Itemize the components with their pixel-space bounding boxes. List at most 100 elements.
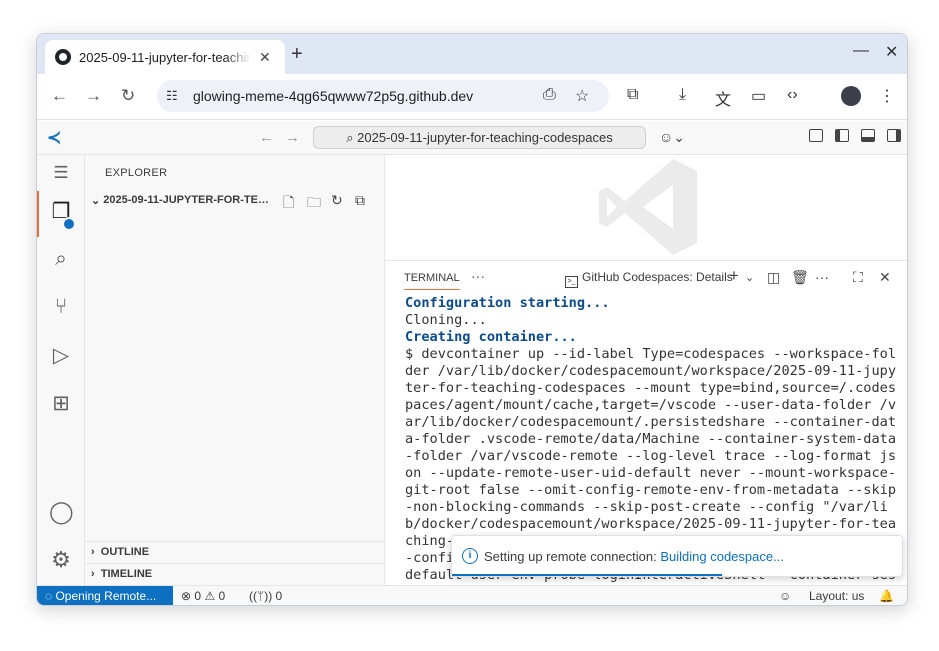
settings-gear-icon[interactable]: ⚙ [49,547,73,573]
chevron-right-icon: › [91,546,101,558]
editor-area [385,155,907,260]
command-center[interactable]: ⌕ 2025-09-11-jupyter-for-teaching-codesp… [313,126,646,149]
cast-icon[interactable]: ▭ [751,86,766,106]
status-bar: ◌ Opening Remote... ⊗ 0 ⚠ 0 ((ᛘ)) 0 ☺ La… [37,585,907,605]
menu-icon[interactable]: ☰ [49,163,73,183]
bookmark-star-icon[interactable]: ☆ [575,86,589,106]
maximize-panel-icon[interactable]: ⛶ [853,269,863,286]
url-text[interactable]: glowing-meme-4qg65qwww72p5g.github.dev [193,88,473,104]
ports-count: 0 [275,589,283,603]
new-file-icon[interactable]: 🗋 [283,192,294,216]
chevron-right-icon: › [91,568,101,580]
browser-window: 2025-09-11-jupyter-for-teaching-codespac… [36,33,908,606]
new-tab-button[interactable]: + [291,43,303,66]
terminal-selector[interactable]: >_ GitHub Codespaces: Details [565,270,733,288]
chevron-down-icon[interactable]: ⌄ [745,271,754,284]
explorer-badge [62,217,76,231]
notification-message: Setting up remote connection: Building c… [484,549,784,564]
devtools-icon[interactable]: ‹› [787,86,798,104]
split-terminal-icon[interactable]: ◫ [767,269,780,286]
warning-icon: ⚠ [204,589,216,603]
panel-more-icon[interactable]: ··· [471,268,485,284]
new-folder-icon[interactable]: 🗀 [307,192,321,216]
workspace-folder-name: 2025-09-11-JUPYTER-FOR-TEACHING-CODESPAC… [103,194,275,206]
nav-forward-icon[interactable]: → [285,129,300,146]
active-indicator [37,191,39,237]
notification-link[interactable]: Building codespace... [660,549,784,564]
back-icon[interactable]: ← [51,86,68,106]
trash-icon[interactable]: 🗑 [791,269,809,286]
ports-indicator[interactable]: ((ᛘ)) 0 [249,589,282,603]
warning-count: 0 [218,589,226,603]
copilot-status-icon[interactable]: ☺ [779,589,791,603]
tab-close-icon[interactable]: ✕ [259,49,271,66]
error-icon: ⊗ [181,589,192,603]
notification-text: Setting up remote connection: [484,549,661,564]
loading-spinner-icon: ◌ [45,589,56,603]
browser-toolbar: ← → ↻ ☷ glowing-meme-4qg65qwww72p5g.gith… [37,74,907,120]
terminal-line: Cloning... [405,312,487,328]
accounts-icon[interactable]: ◯ [49,499,74,525]
customize-layout-icon[interactable] [809,129,823,142]
command-center-label: 2025-09-11-jupyter-for-teaching-codespac… [357,130,613,145]
extensions-icon[interactable]: ⊞ [49,391,73,416]
explorer-title: EXPLORER [105,167,168,179]
browser-tab[interactable]: 2025-09-11-jupyter-for-teaching-codespac… [45,40,285,74]
minimize-button[interactable]: — [853,42,869,60]
notifications-bell-icon[interactable]: 🔔 [879,589,894,603]
explorer-sidebar: EXPLORER ⌄ 2025-09-11-JUPYTER-FOR-TEACHI… [85,155,385,585]
tab-terminal[interactable]: TERMINAL [404,272,460,290]
problems-indicator[interactable]: ⊗ 0 ⚠ 0 [181,589,225,603]
notification-toast[interactable]: i Setting up remote connection: Building… [451,535,903,577]
close-panel-icon[interactable]: ✕ [879,269,891,286]
remote-status-text: Opening Remote... [55,589,157,603]
toggle-secondary-sidebar-icon[interactable] [887,129,901,142]
browser-menu-icon[interactable]: ⋮ [879,86,895,106]
install-app-icon[interactable]: ⎙ [543,86,556,104]
new-terminal-icon[interactable]: + [729,266,739,286]
copilot-icon[interactable]: ☺⌄ [659,129,685,146]
activity-bar: ☰ ❐ ⌕ ⑂ ▷ ⊞ ◯ ⚙ [37,155,85,585]
vscode-title-bar: ≺ ← → ⌕ 2025-09-11-jupyter-for-teaching-… [37,121,907,155]
info-icon: i [462,548,478,564]
timeline-section[interactable]: › TIMELINE [85,563,384,585]
download-icon[interactable]: ⤓ [679,86,686,104]
browser-tab-strip: 2025-09-11-jupyter-for-teaching-codespac… [37,34,907,74]
error-count: 0 [194,589,202,603]
search-icon: ⌕ [346,130,354,145]
close-window-button[interactable]: ✕ [885,42,898,62]
toggle-primary-sidebar-icon[interactable] [835,129,849,142]
run-debug-icon[interactable]: ▷ [49,343,73,368]
source-control-icon[interactable]: ⑂ [49,295,73,319]
terminal-more-icon[interactable]: ··· [815,269,829,285]
remote-indicator[interactable]: ◌ Opening Remote... [37,586,173,605]
extensions-icon[interactable]: ⧉ [627,86,638,104]
terminal-line: Creating container... [405,329,577,345]
address-bar[interactable]: ☷ glowing-meme-4qg65qwww72p5g.github.dev… [157,80,609,112]
terminal-line: Configuration starting... [405,295,610,311]
profile-avatar[interactable] [841,86,861,106]
terminal-icon: >_ [565,276,578,288]
vscode-logo-icon: ≺ [47,128,62,147]
vscode-watermark-icon [599,159,697,255]
outline-label: OUTLINE [100,546,150,558]
search-icon[interactable]: ⌕ [49,247,73,271]
chevron-down-icon: ⌄ [91,195,104,207]
workspace-folder-header[interactable]: ⌄ 2025-09-11-JUPYTER-FOR-TEACHING-CODESP… [91,194,275,207]
toggle-panel-icon[interactable] [861,129,875,142]
forward-icon[interactable]: → [85,86,102,106]
notification-progress [452,574,722,576]
timeline-label: TIMELINE [100,568,153,580]
outline-section[interactable]: › OUTLINE [85,541,384,563]
browser-tab-title: 2025-09-11-jupyter-for-teaching-codespac… [79,49,251,65]
translate-icon[interactable]: ⽂ [715,86,731,110]
keyboard-layout[interactable]: Layout: us [809,589,864,603]
reload-icon[interactable]: ↻ [121,86,135,106]
broadcast-icon: ((ᛘ)) [249,589,273,603]
site-info-icon[interactable]: ☷ [166,88,178,104]
github-icon [55,49,71,65]
collapse-all-icon[interactable]: ⧉ [355,192,365,209]
terminal-name: GitHub Codespaces: Details [582,270,733,284]
nav-back-icon[interactable]: ← [259,129,274,146]
refresh-explorer-icon[interactable]: ↻ [331,192,343,209]
